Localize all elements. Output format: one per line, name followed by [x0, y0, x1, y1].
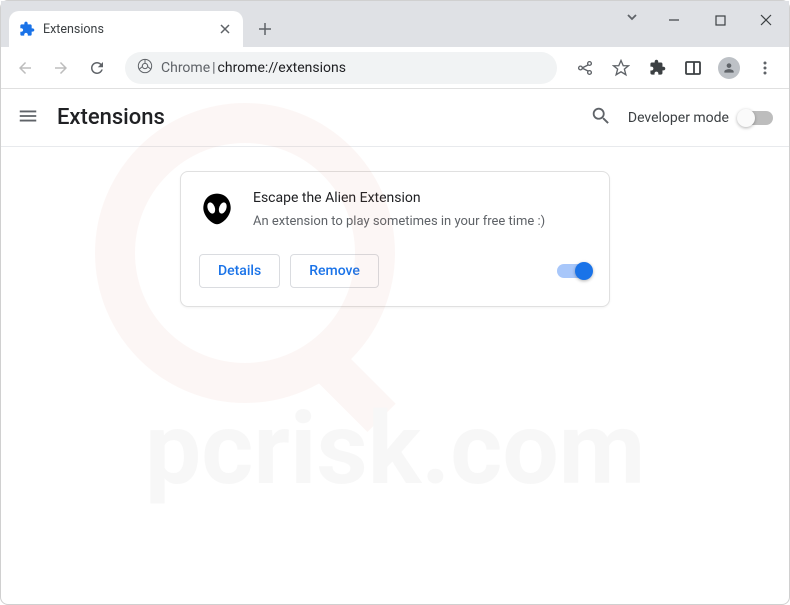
- extension-puzzle-icon: [19, 21, 35, 37]
- address-bar[interactable]: Chrome | chrome://extensions: [125, 52, 557, 84]
- window-controls: [651, 1, 789, 39]
- hamburger-menu-icon[interactable]: [17, 105, 39, 131]
- window-titlebar: Extensions: [1, 1, 789, 47]
- page-title: Extensions: [57, 105, 590, 130]
- new-tab-button[interactable]: [251, 15, 279, 43]
- extension-alien-icon: [199, 190, 235, 226]
- details-button[interactable]: Details: [199, 254, 280, 288]
- toggle-knob-on: [575, 262, 593, 280]
- extensions-puzzle-icon[interactable]: [641, 52, 673, 84]
- search-icon[interactable]: [590, 105, 612, 131]
- chrome-logo-icon: [137, 58, 153, 78]
- tab-search-chevron-icon[interactable]: [625, 9, 639, 28]
- browser-toolbar: Chrome | chrome://extensions: [1, 47, 789, 89]
- tab-close-icon[interactable]: [217, 21, 233, 37]
- profile-avatar[interactable]: [713, 52, 745, 84]
- kebab-menu-icon[interactable]: [749, 52, 781, 84]
- bookmark-star-icon[interactable]: [605, 52, 637, 84]
- forward-button[interactable]: [45, 52, 77, 84]
- svg-text:pcrisk.com: pcrisk.com: [145, 391, 645, 508]
- maximize-button[interactable]: [697, 1, 743, 39]
- tab-title: Extensions: [43, 22, 217, 37]
- extension-name: Escape the Alien Extension: [253, 190, 591, 206]
- extension-enable-toggle[interactable]: [557, 264, 591, 278]
- address-bar-text: Chrome | chrome://extensions: [161, 60, 346, 76]
- close-window-button[interactable]: [743, 1, 789, 39]
- share-icon[interactable]: [569, 52, 601, 84]
- minimize-button[interactable]: [651, 1, 697, 39]
- developer-mode-label: Developer mode: [628, 110, 729, 126]
- side-panel-icon[interactable]: [677, 52, 709, 84]
- reload-button[interactable]: [81, 52, 113, 84]
- extension-description: An extension to play sometimes in your f…: [253, 212, 591, 232]
- toggle-knob-off: [737, 109, 755, 127]
- browser-tab[interactable]: Extensions: [9, 11, 243, 47]
- extensions-page-header: Extensions Developer mode: [1, 89, 789, 147]
- back-button[interactable]: [9, 52, 41, 84]
- remove-button[interactable]: Remove: [290, 254, 379, 288]
- extensions-content: Escape the Alien Extension An extension …: [1, 147, 789, 331]
- extension-card: Escape the Alien Extension An extension …: [180, 171, 610, 307]
- developer-mode-toggle[interactable]: [739, 111, 773, 125]
